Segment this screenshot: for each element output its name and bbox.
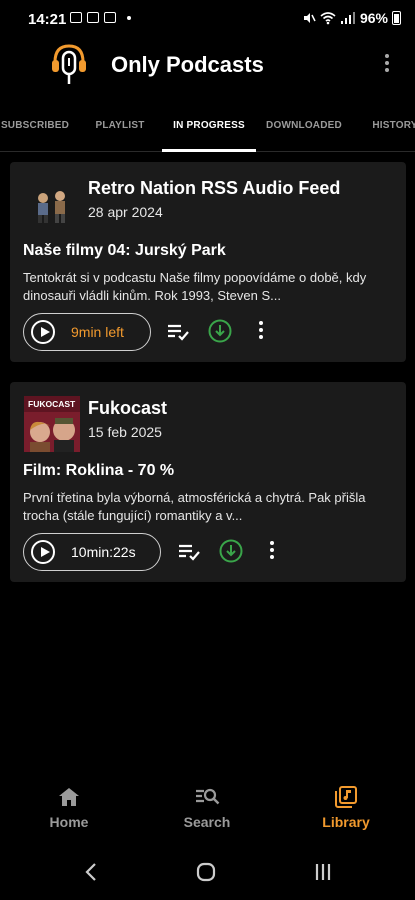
- play-icon: [31, 540, 55, 564]
- tab-history[interactable]: HISTORY: [360, 98, 415, 152]
- tab-downloaded[interactable]: DOWNLOADED: [262, 98, 346, 152]
- artwork-text: FUKOCAST: [28, 399, 76, 409]
- nav-home[interactable]: Home: [24, 786, 114, 830]
- search-icon: [196, 788, 220, 805]
- podcast-artwork: [24, 176, 80, 232]
- screenshot-notification-icon: [104, 12, 116, 23]
- system-navigation-bar: [0, 850, 415, 894]
- menu-dot: [385, 68, 389, 72]
- nav-search-label: Search: [183, 814, 231, 830]
- episode-date: 28 apr 2024: [88, 204, 163, 220]
- episode-title: Naše filmy 04: Jurský Park: [23, 242, 226, 259]
- menu-dot: [270, 548, 274, 552]
- app-bar: Only Podcasts: [0, 38, 415, 94]
- episode-description: První třetina byla výborná, atmosférická…: [23, 490, 366, 523]
- play-icon: [31, 320, 55, 344]
- episode-more-button[interactable]: [269, 541, 275, 563]
- menu-dot: [259, 328, 263, 332]
- battery-icon: [392, 11, 401, 25]
- download-icon[interactable]: [219, 539, 243, 563]
- add-to-playlist-icon[interactable]: [166, 321, 190, 343]
- more-notifications-icon: [127, 15, 131, 20]
- app-title: Only Podcasts: [111, 52, 264, 77]
- play-button[interactable]: 10min:22s: [23, 533, 161, 571]
- battery-percent: 96%: [359, 10, 388, 26]
- menu-dot: [259, 335, 263, 339]
- time-remaining: 9min left: [71, 324, 124, 340]
- tab-playlist[interactable]: PLAYLIST: [80, 98, 160, 152]
- home-icon: [59, 788, 79, 806]
- recent-apps-icon[interactable]: [314, 862, 332, 882]
- episode-card[interactable]: Retro Nation RSS Audio Feed 28 apr 2024 …: [10, 162, 406, 362]
- menu-dot: [270, 555, 274, 559]
- menu-dot: [270, 541, 274, 545]
- episode-card[interactable]: FUKOCAST Fukocast 15 feb 2025 Film: Rokl…: [10, 382, 406, 582]
- episode-title: Film: Roklina - 70 %: [23, 462, 175, 479]
- podcast-name: Fukocast: [88, 398, 168, 418]
- nav-search[interactable]: Search: [162, 786, 252, 830]
- episode-more-button[interactable]: [258, 321, 264, 343]
- nav-library-label: Library: [322, 814, 370, 830]
- bottom-navigation: Home Search Library: [0, 786, 415, 844]
- library-icon: [335, 786, 357, 808]
- video-notification-icon: [87, 12, 99, 23]
- notification-icons: [70, 12, 131, 23]
- play-button[interactable]: 9min left: [23, 313, 151, 351]
- episode-date: 15 feb 2025: [88, 424, 162, 440]
- tab-in-progress[interactable]: IN PROGRESS: [162, 98, 256, 152]
- nav-home-label: Home: [49, 814, 89, 830]
- status-time: 14:21: [28, 11, 67, 28]
- wifi-icon: [320, 12, 336, 25]
- time-remaining: 10min:22s: [71, 544, 136, 560]
- menu-dot: [385, 54, 389, 58]
- podcast-name: Retro Nation RSS Audio Feed: [88, 178, 341, 198]
- episode-description: Tentokrát si v podcastu Naše filmy popov…: [23, 270, 367, 303]
- overflow-menu-button[interactable]: [385, 54, 389, 72]
- signal-icon: [340, 12, 355, 24]
- menu-dot: [259, 321, 263, 325]
- status-bar: 14:21 96%: [0, 0, 415, 38]
- home-button-icon[interactable]: [196, 862, 216, 882]
- app-logo-icon: [52, 44, 86, 84]
- mute-icon: [303, 13, 316, 23]
- menu-dot: [385, 61, 389, 65]
- tab-subscribed[interactable]: SUBSCRIBED: [0, 98, 70, 152]
- tab-bar: SUBSCRIBED PLAYLIST IN PROGRESS DOWNLOAD…: [0, 98, 415, 152]
- back-icon[interactable]: [84, 862, 98, 882]
- system-status: 96%: [302, 10, 401, 26]
- nav-library[interactable]: Library: [301, 786, 391, 830]
- gallery-notification-icon: [70, 12, 82, 23]
- podcast-artwork: FUKOCAST: [24, 396, 80, 452]
- add-to-playlist-icon[interactable]: [177, 541, 201, 563]
- download-icon[interactable]: [208, 319, 232, 343]
